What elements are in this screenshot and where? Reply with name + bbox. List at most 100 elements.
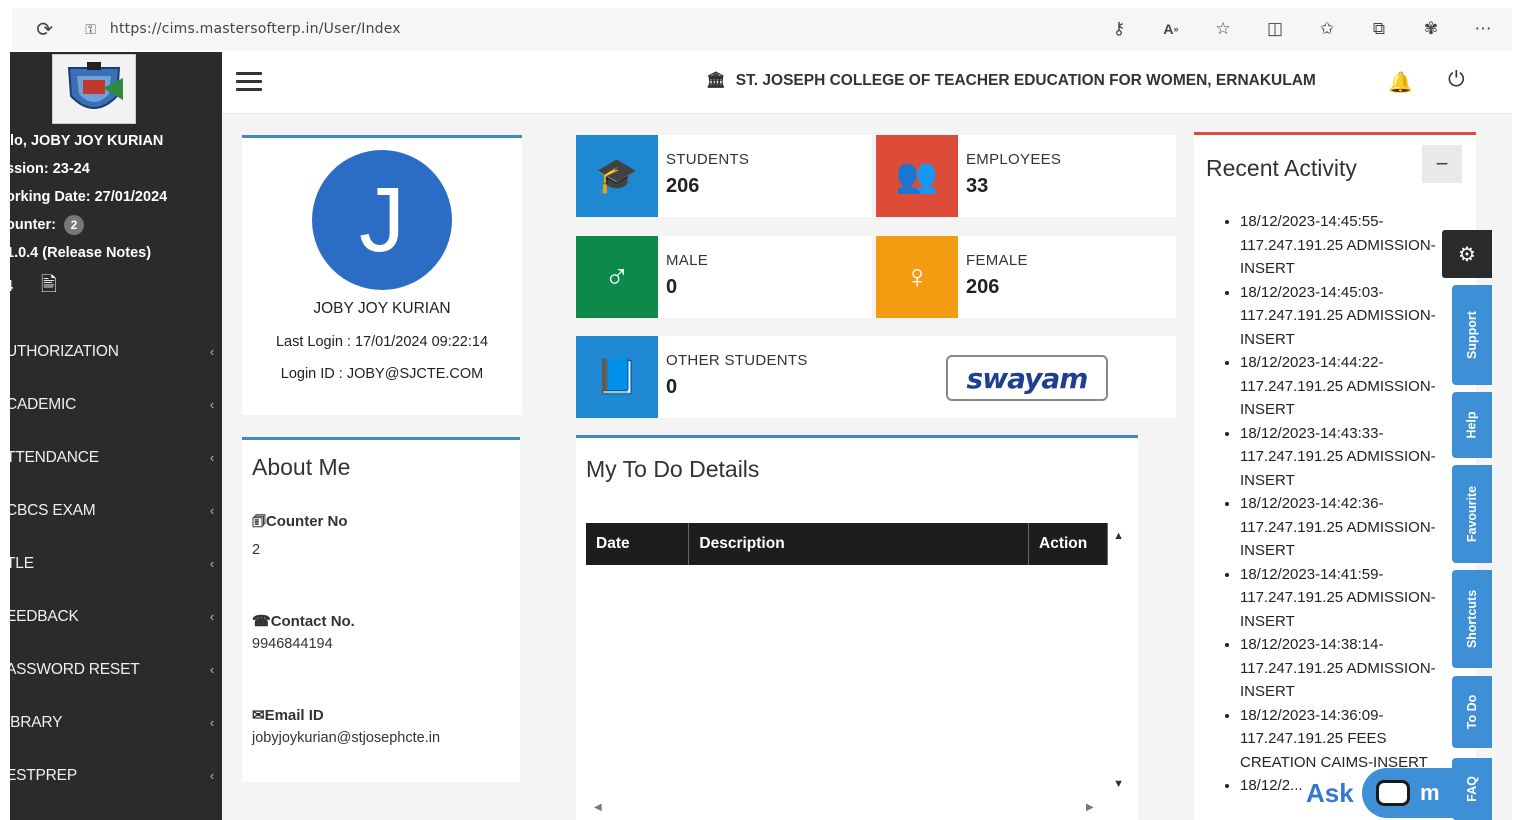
- scroll-up-arrow-icon[interactable]: ▲: [1113, 530, 1124, 542]
- tab-todo[interactable]: To Do: [1452, 676, 1492, 748]
- menu-item-password-reset[interactable]: ASSWORD RESET ‹: [10, 643, 222, 696]
- email-label: ✉Email ID: [252, 707, 324, 724]
- employees-count: 33: [966, 175, 989, 197]
- envelope-icon: ✉: [252, 707, 265, 724]
- scroll-left-arrow-icon[interactable]: ◀: [594, 802, 602, 813]
- avatar: J: [312, 150, 452, 290]
- chevron-left-icon: ‹: [209, 662, 214, 677]
- employees-tile[interactable]: 👥 EMPLOYEES 33: [876, 135, 1176, 217]
- students-label: STUDENTS: [666, 151, 750, 168]
- list-item: 18/12/2023-14:44:22-117.247.191.25 ADMIS…: [1240, 351, 1442, 422]
- menu-item-tle[interactable]: TLE ‹: [10, 537, 222, 590]
- list-item: 18/12/2023-14:45:03-117.247.191.25 ADMIS…: [1240, 281, 1442, 352]
- session-text: ssion: 23-24: [10, 161, 90, 177]
- institution-icon: 🏛: [706, 72, 726, 89]
- menu-item-testprep[interactable]: ESTPREP ‹: [10, 749, 222, 802]
- male-icon: ♂: [576, 236, 658, 318]
- menu-item-authorization[interactable]: UTHORIZATION ‹: [10, 325, 222, 378]
- profile-card: J JOBY JOY KURIAN Last Login : 17/01/202…: [242, 135, 522, 415]
- male-tile[interactable]: ♂ MALE 0: [576, 236, 872, 318]
- browser-toolbar: ⟳ ⚿ https://cims.mastersofterp.in/User/I…: [12, 8, 1512, 50]
- list-item: 18/12/2023-14:36:09-117.247.191.25 FEES …: [1240, 704, 1442, 775]
- hamburger-menu-icon[interactable]: [236, 72, 262, 92]
- url-text[interactable]: https://cims.mastersofterp.in/User/Index: [110, 21, 401, 37]
- swayam-logo-text: swayam: [966, 361, 1089, 395]
- split-screen-icon[interactable]: ◫: [1264, 18, 1286, 40]
- robot-icon: [1376, 780, 1410, 806]
- reload-icon[interactable]: ⟳: [34, 18, 55, 41]
- release-notes-link[interactable]: 1.0.4 (Release Notes): [10, 239, 222, 267]
- column-description[interactable]: Description: [688, 523, 1030, 565]
- employees-label: EMPLOYEES: [966, 151, 1062, 168]
- chevron-left-icon: ‹: [209, 344, 214, 359]
- activity-title: Recent Activity: [1206, 155, 1357, 181]
- working-date: orking Date: 27/01/2024: [10, 189, 168, 205]
- collections-icon[interactable]: ⧉: [1368, 18, 1390, 40]
- more-icon[interactable]: ⋯: [1472, 18, 1494, 40]
- chatbot-button[interactable]: m: [1362, 768, 1458, 818]
- chat-pill-text: m: [1420, 780, 1440, 805]
- counter-no-value: 2: [252, 542, 261, 558]
- email-value: jobyjoykurian@stjosephcte.in: [252, 730, 441, 746]
- column-date[interactable]: Date: [586, 523, 690, 565]
- extensions-icon[interactable]: ✾: [1420, 18, 1442, 40]
- menu-item-academic[interactable]: CADEMIC ‹: [10, 378, 222, 431]
- counter-no-label: 🗊Counter No: [252, 513, 348, 530]
- print-document-icon[interactable]: 🖹: [41, 270, 57, 304]
- swayam-logo-link[interactable]: swayam: [946, 355, 1108, 401]
- crest-icon: [67, 62, 123, 109]
- chevron-left-icon: ‹: [209, 609, 214, 624]
- sidebar: llo, JOBY JOY KURIAN ssion: 23-24 orking…: [10, 52, 222, 820]
- favorite-star-icon[interactable]: ☆: [1212, 18, 1234, 40]
- tab-help[interactable]: Help: [1452, 392, 1492, 458]
- counter-line: ounter: 2: [10, 211, 222, 239]
- phone-icon: ☎: [252, 613, 271, 630]
- students-count: 206: [666, 175, 700, 197]
- notification-bell-icon[interactable]: 🔔: [1388, 70, 1413, 95]
- login-id: Login ID : JOBY@SJCTE.COM: [280, 366, 484, 382]
- chevron-left-icon: ‹: [209, 768, 214, 783]
- about-me-card: About Me 🗊Counter No 2 ☎Contact No. 9946…: [242, 437, 520, 782]
- chevron-left-icon: ‹: [209, 503, 214, 518]
- todo-table: Date Description Action: [586, 523, 1108, 565]
- male-label: MALE: [666, 252, 709, 269]
- menu-item-attendance[interactable]: TTENDANCE ‹: [10, 431, 222, 484]
- power-logout-icon[interactable]: ⏻: [1448, 68, 1465, 92]
- list-item: 18/12/2023-14:41:59-117.247.191.25 ADMIS…: [1240, 563, 1442, 634]
- recent-activity-panel: Recent Activity − 18/12/2023-14:45:55-11…: [1194, 132, 1476, 820]
- scroll-right-arrow-icon[interactable]: ▶: [1086, 802, 1094, 813]
- tool-number: 4: [10, 278, 13, 296]
- favorites-icon[interactable]: ✩: [1316, 18, 1338, 40]
- tab-shortcuts[interactable]: Shortcuts: [1452, 570, 1492, 668]
- key-icon[interactable]: ⚷: [1108, 18, 1130, 40]
- tab-favourite[interactable]: Favourite: [1452, 465, 1492, 563]
- ask-chat-label[interactable]: Ask: [1306, 778, 1354, 809]
- address-bar[interactable]: ⚿ https://cims.mastersofterp.in/User/Ind…: [85, 12, 1108, 46]
- menu-item-feedback[interactable]: EEDBACK ‹: [10, 590, 222, 643]
- settings-gear-icon[interactable]: ⚙: [1442, 230, 1492, 278]
- counter-badge: 2: [63, 215, 84, 235]
- other-students-label: OTHER STUDENTS: [666, 352, 808, 369]
- female-tile[interactable]: ♀ FEMALE 206: [876, 236, 1176, 318]
- about-title: About Me: [252, 454, 351, 480]
- column-action[interactable]: Action: [1028, 523, 1108, 565]
- students-tile[interactable]: 🎓 STUDENTS 206: [576, 135, 872, 217]
- todo-card: My To Do Details Date Description Action…: [576, 435, 1138, 820]
- list-item: 18/12/2023-14:42:36-117.247.191.25 ADMIS…: [1240, 492, 1442, 563]
- read-aloud-icon[interactable]: A»: [1160, 18, 1182, 40]
- list-item: 18/12/2023-14:45:55-117.247.191.25 ADMIS…: [1240, 210, 1442, 281]
- site-info-icon[interactable]: ⚿: [85, 21, 96, 38]
- scroll-down-arrow-icon[interactable]: ▼: [1113, 778, 1124, 790]
- activity-list: 18/12/2023-14:45:55-117.247.191.25 ADMIS…: [1222, 210, 1442, 798]
- college-logo[interactable]: [52, 54, 136, 124]
- tab-faq[interactable]: FAQ: [1452, 758, 1492, 820]
- tab-support[interactable]: Support: [1452, 285, 1492, 385]
- todo-title: My To Do Details: [586, 456, 760, 482]
- list-item: 18/12/2023-14:38:14-117.247.191.25 ADMIS…: [1240, 633, 1442, 704]
- menu-item-library[interactable]: IBRARY ‹: [10, 696, 222, 749]
- collapse-minus-button[interactable]: −: [1422, 145, 1462, 183]
- profile-name: JOBY JOY KURIAN: [313, 300, 451, 317]
- college-title: 🏛 ST. JOSEPH COLLEGE OF TEACHER EDUCATION…: [706, 72, 1316, 89]
- menu-item-cbcs-exam[interactable]: CBCS EXAM ‹: [10, 484, 222, 537]
- chevron-left-icon: ‹: [209, 715, 214, 730]
